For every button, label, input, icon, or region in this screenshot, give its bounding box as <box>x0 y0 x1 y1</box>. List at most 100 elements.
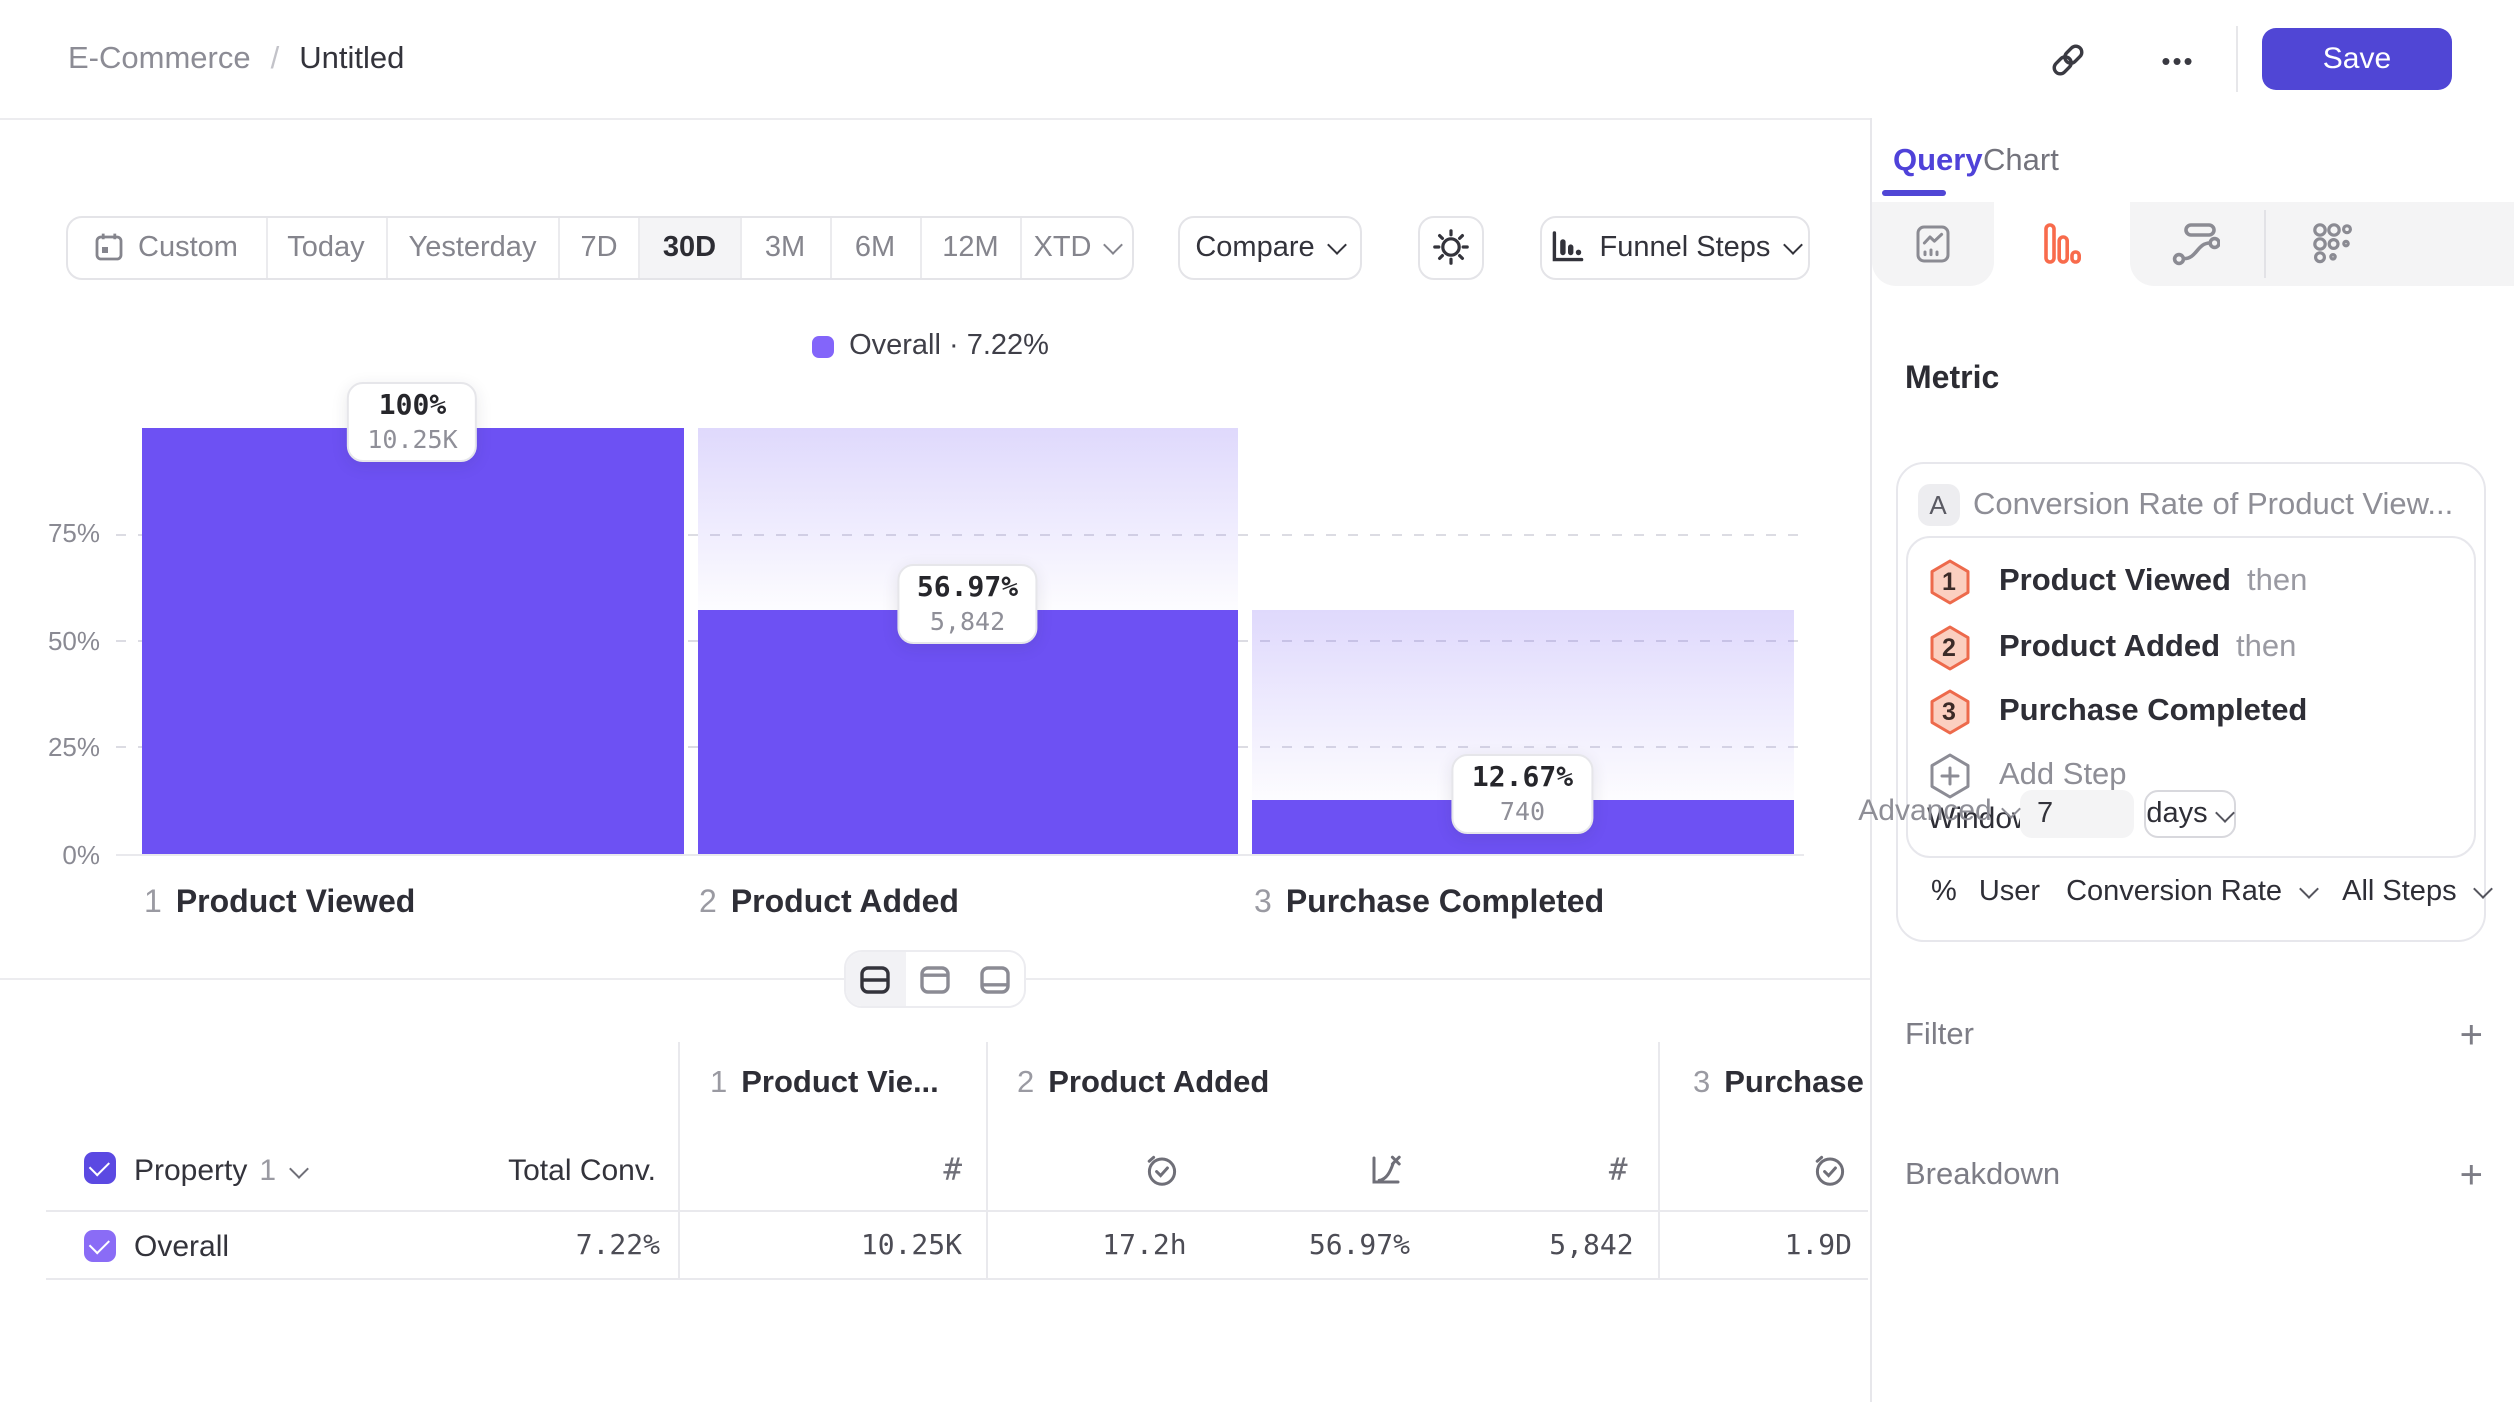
chart-legend[interactable]: Overall · 7.22% <box>0 330 1860 362</box>
layout-toggle <box>844 950 1026 1008</box>
chevron-down-icon <box>1784 235 1804 255</box>
range-custom-label: Custom <box>138 231 238 263</box>
measure-dropdown[interactable]: Conversion Rate <box>2066 876 2316 908</box>
link-icon <box>2048 40 2088 80</box>
metric-card: A Conversion Rate of Product View... 1 P… <box>1895 462 2485 942</box>
window-value-input[interactable] <box>2019 790 2133 838</box>
add-breakdown-button[interactable]: + <box>2460 1162 2483 1190</box>
visualization-selector[interactable]: Funnel Steps <box>1540 215 1810 279</box>
app-window: E-Commerce / Untitled ••• Save <box>0 0 2514 1402</box>
insights-icon <box>1916 224 1950 264</box>
range-xtd[interactable]: XTD <box>1022 217 1131 277</box>
filter-label: Filter <box>1905 1018 1974 1054</box>
metric-icon-cell: # <box>1434 1152 1628 1190</box>
breadcrumb-separator: / <box>271 41 280 77</box>
compare-label: Compare <box>1195 231 1314 263</box>
save-button[interactable]: Save <box>2262 27 2452 89</box>
table-col-header-step-2[interactable]: 2Product Added <box>1017 1066 1637 1102</box>
property-label: Property <box>134 1154 247 1188</box>
counting-method[interactable]: User <box>1979 876 2040 908</box>
table-col-header-step-3[interactable]: 3Purchase Completed <box>1693 1066 1867 1102</box>
conversion-count: 10.25K <box>367 423 457 453</box>
chart-type-funnel[interactable] <box>1994 201 2129 286</box>
more-menu-button[interactable]: ••• <box>2144 26 2212 94</box>
gear-icon <box>1432 228 1470 266</box>
legend-swatch <box>811 335 833 357</box>
x-axis-label-step-1: 1Product Viewed <box>144 886 415 922</box>
step-name: Product Viewed <box>1999 564 2231 600</box>
property-selector[interactable]: Property 1 <box>134 1154 306 1188</box>
header-divider <box>2236 26 2238 92</box>
range-yesterday[interactable]: Yesterday <box>387 217 560 277</box>
count-icon: # <box>1609 1152 1628 1188</box>
funnel-steps-card: 1 Product Viewed then 2 Product Added th… <box>1905 536 2475 858</box>
range-6m[interactable]: 6M <box>831 217 921 277</box>
bar-segment-converted <box>142 427 683 854</box>
cell-step1-count: 10.25K <box>678 1230 962 1262</box>
compare-button[interactable]: Compare <box>1178 215 1362 279</box>
calendar-icon <box>94 232 124 262</box>
value-label-step-1: 100% 10.25K <box>347 381 477 461</box>
layout-split-button[interactable] <box>846 952 905 1006</box>
metric-title[interactable]: Conversion Rate of Product View... <box>1973 488 2453 524</box>
range-custom[interactable]: Custom <box>67 217 267 277</box>
chevron-down-icon <box>2474 879 2494 899</box>
chart-settings-button[interactable] <box>1418 215 1484 279</box>
y-axis-tick-75: 75% <box>0 518 100 548</box>
breakdown-label: Breakdown <box>1905 1158 2060 1194</box>
step-number-badge: 2 <box>1927 623 1971 671</box>
strip-divider <box>2264 209 2266 277</box>
step-name: Purchase Completed <box>1999 694 2307 730</box>
table-header-border <box>46 1209 1868 1211</box>
step-number-badge: 1 <box>1927 558 1971 606</box>
funnel-bars-icon <box>1550 230 1584 264</box>
funnel-step-row-2[interactable]: 2 Product Added then <box>1927 623 2296 671</box>
add-filter-button[interactable]: + <box>2460 1022 2483 1050</box>
range-today[interactable]: Today <box>267 217 387 277</box>
funnel-step-row-3[interactable]: 3 Purchase Completed <box>1927 688 2307 736</box>
table-col-header-step-1[interactable]: 1Product Vie... <box>710 1066 970 1102</box>
funnel-bar-step-1[interactable]: 100% 10.25K <box>142 427 683 854</box>
chart-type-strip <box>1871 201 2514 286</box>
y-axis-tick-0: 0% <box>0 839 100 869</box>
chart-type-flows[interactable] <box>2129 201 2264 286</box>
range-3m[interactable]: 3M <box>741 217 831 277</box>
range-xtd-label: XTD <box>1034 231 1092 263</box>
property-index: 1 <box>259 1154 276 1188</box>
conversion-count: 740 <box>1472 795 1573 825</box>
property-select-all-checkbox[interactable] <box>83 1152 115 1184</box>
conversion-pct: 12.67% <box>1472 761 1573 795</box>
funnel-bar-step-2[interactable]: 56.97% 5,842 <box>697 427 1238 854</box>
tab-query[interactable]: Query <box>1893 134 1983 190</box>
range-7d[interactable]: 7D <box>560 217 640 277</box>
funnel-bar-step-3[interactable]: 12.67% 740 <box>1252 427 1793 854</box>
chevron-down-icon <box>2215 802 2235 822</box>
advanced-toggle[interactable]: Advanced <box>1858 794 2017 828</box>
avg-time-icon <box>1145 1152 1181 1188</box>
chevron-down-icon <box>2299 879 2319 899</box>
x-axis-baseline <box>116 854 1804 856</box>
metric-letter-badge: A <box>1917 484 1959 526</box>
range-12m[interactable]: 12M <box>921 217 1022 277</box>
tab-chart[interactable]: Chart <box>1983 134 2059 190</box>
active-tab-underline <box>1881 190 1946 196</box>
top-header: E-Commerce / Untitled ••• Save <box>0 0 2514 120</box>
chart-type-retention[interactable] <box>2264 201 2514 286</box>
page-title[interactable]: Untitled <box>299 41 404 77</box>
breadcrumb-project[interactable]: E-Commerce <box>68 41 251 77</box>
layout-chart-only-button[interactable] <box>905 952 964 1006</box>
cell-total-conv: 7.22% <box>400 1230 660 1262</box>
row-checkbox-overall[interactable] <box>83 1229 115 1261</box>
window-unit-select[interactable]: days <box>2143 790 2235 838</box>
layout-table-only-button[interactable] <box>965 952 1024 1006</box>
conversion-pct: 100% <box>367 389 457 423</box>
y-axis-tick-50: 50% <box>0 625 100 655</box>
total-conv-header[interactable]: Total Conv. <box>400 1154 656 1188</box>
chart-type-insights[interactable] <box>1871 201 1994 286</box>
funnel-step-row-1[interactable]: 1 Product Viewed then <box>1927 558 2307 606</box>
copy-link-button[interactable] <box>2034 26 2102 94</box>
add-step-hexagon-icon <box>1927 752 1971 800</box>
breakdown-section: Breakdown + <box>1905 1158 2483 1194</box>
range-30d[interactable]: 30D <box>640 217 741 277</box>
steps-scope-dropdown[interactable]: All Steps <box>2342 876 2491 908</box>
